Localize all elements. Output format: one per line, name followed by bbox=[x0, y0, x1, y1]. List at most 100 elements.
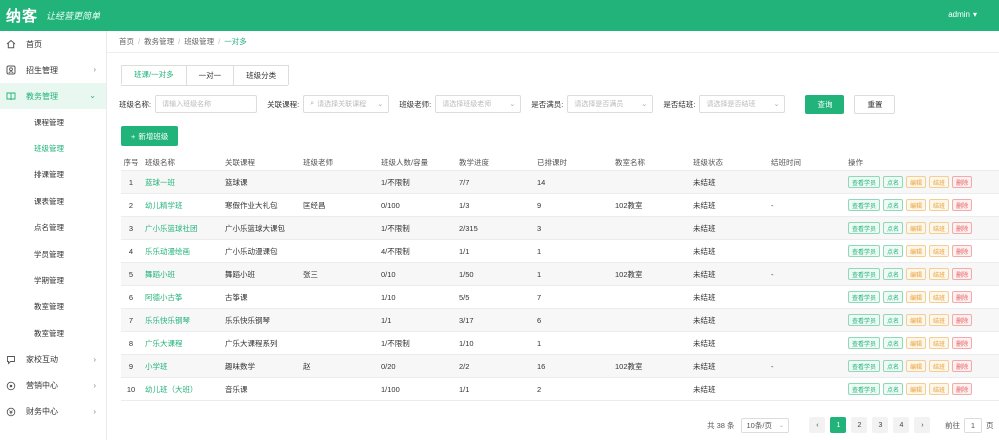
sidebar-sub-classroom[interactable]: 教室管理 bbox=[0, 294, 106, 320]
class-name-input[interactable]: 请输入班级名称 bbox=[155, 95, 258, 113]
search-button[interactable]: 查询 bbox=[805, 94, 845, 114]
brand-logo[interactable]: 纳客 bbox=[6, 5, 38, 26]
rollcall-button[interactable]: 点名 bbox=[883, 291, 904, 303]
end-class-button[interactable]: 结班 bbox=[929, 337, 950, 349]
end-select[interactable]: 请选择是否结班 ⌄ bbox=[699, 95, 786, 113]
sidebar-sub-classroom-2[interactable]: 教室管理 bbox=[0, 320, 106, 346]
edit-button[interactable]: 编辑 bbox=[906, 176, 927, 188]
breadcrumb-item[interactable]: 班级管理 bbox=[184, 36, 214, 47]
class-name-link[interactable]: 乐乐动漫绘画 bbox=[141, 246, 221, 257]
next-page-button[interactable]: › bbox=[914, 417, 931, 433]
class-name-link[interactable]: 舞蹈小班 bbox=[141, 269, 221, 280]
page-button-4[interactable]: 4 bbox=[893, 417, 910, 433]
class-name-link[interactable]: 阿德小古筝 bbox=[141, 292, 221, 303]
sidebar-sub-timetable[interactable]: 课表管理 bbox=[0, 188, 106, 214]
rollcall-button[interactable]: 点名 bbox=[883, 268, 904, 280]
class-name-link[interactable]: 广乐大课程 bbox=[141, 338, 221, 349]
sidebar-sub-rollcall[interactable]: 点名管理 bbox=[0, 215, 106, 241]
end-class-button[interactable]: 结班 bbox=[929, 199, 950, 211]
tab-group-class[interactable]: 班课/一对多 bbox=[121, 65, 187, 85]
view-students-button[interactable]: 查看学员 bbox=[848, 245, 881, 257]
end-class-button[interactable]: 结班 bbox=[929, 314, 950, 326]
end-class-button[interactable]: 结班 bbox=[929, 291, 950, 303]
view-students-button[interactable]: 查看学员 bbox=[848, 360, 881, 372]
delete-button[interactable]: 删除 bbox=[952, 383, 973, 395]
sidebar-sub-schedule[interactable]: 排课管理 bbox=[0, 162, 106, 188]
edit-button[interactable]: 编辑 bbox=[906, 383, 927, 395]
tab-class-category[interactable]: 班级分类 bbox=[233, 65, 290, 85]
sidebar-item-home[interactable]: 首页 bbox=[0, 31, 106, 57]
reset-button[interactable]: 重置 bbox=[854, 94, 896, 114]
delete-button[interactable]: 删除 bbox=[952, 291, 973, 303]
tab-one-on-one[interactable]: 一对一 bbox=[185, 65, 235, 85]
edit-button[interactable]: 编辑 bbox=[906, 245, 927, 257]
view-students-button[interactable]: 查看学员 bbox=[848, 176, 881, 188]
sidebar-sub-class[interactable]: 班级管理 bbox=[0, 135, 106, 161]
delete-button[interactable]: 删除 bbox=[952, 176, 973, 188]
end-class-button[interactable]: 结班 bbox=[929, 360, 950, 372]
class-name-link[interactable]: 小学班 bbox=[141, 361, 221, 372]
sidebar-sub-student[interactable]: 学员管理 bbox=[0, 241, 106, 267]
breadcrumb-item[interactable]: 教务管理 bbox=[144, 36, 174, 47]
sidebar-sub-course[interactable]: 课程管理 bbox=[0, 109, 106, 135]
end-class-button[interactable]: 结班 bbox=[929, 268, 950, 280]
end-class-button[interactable]: 结班 bbox=[929, 383, 950, 395]
class-name-link[interactable]: 幼儿班（大班） bbox=[141, 384, 221, 395]
sidebar-item-marketing[interactable]: 营销中心 › bbox=[0, 373, 106, 399]
delete-button[interactable]: 删除 bbox=[952, 222, 973, 234]
rollcall-button[interactable]: 点名 bbox=[883, 360, 904, 372]
full-select[interactable]: 请选择是否满员 ⌄ bbox=[567, 95, 654, 113]
add-class-button[interactable]: + 新增班级 bbox=[121, 126, 179, 146]
end-class-button[interactable]: 结班 bbox=[929, 222, 950, 234]
rollcall-button[interactable]: 点名 bbox=[883, 199, 904, 211]
view-students-button[interactable]: 查看学员 bbox=[848, 291, 881, 303]
breadcrumb-item[interactable]: 首页 bbox=[119, 36, 134, 47]
edit-button[interactable]: 编辑 bbox=[906, 199, 927, 211]
delete-button[interactable]: 删除 bbox=[952, 360, 973, 372]
end-class-button[interactable]: 结班 bbox=[929, 176, 950, 188]
table-cell: 9 bbox=[537, 200, 542, 210]
class-name-link[interactable]: 幼儿精学班 bbox=[141, 200, 221, 211]
class-name-link[interactable]: 乐乐快乐钢琴 bbox=[141, 315, 221, 326]
prev-page-button[interactable]: ‹ bbox=[809, 417, 826, 433]
delete-button[interactable]: 删除 bbox=[952, 245, 973, 257]
view-students-button[interactable]: 查看学员 bbox=[848, 314, 881, 326]
view-students-button[interactable]: 查看学员 bbox=[848, 268, 881, 280]
view-students-button[interactable]: 查看学员 bbox=[848, 222, 881, 234]
user-menu[interactable]: admin ▾ bbox=[948, 10, 977, 19]
sidebar-item-enrollment[interactable]: 招生管理 › bbox=[0, 57, 106, 83]
rollcall-button[interactable]: 点名 bbox=[883, 337, 904, 349]
edit-button[interactable]: 编辑 bbox=[906, 337, 927, 349]
course-select[interactable]: ⌕ 请选择关联课程 ⌄ bbox=[303, 95, 390, 113]
edit-button[interactable]: 编辑 bbox=[906, 360, 927, 372]
edit-button[interactable]: 编辑 bbox=[906, 314, 927, 326]
teacher-select[interactable]: 请选择班级老师 ⌄ bbox=[435, 95, 522, 113]
rollcall-button[interactable]: 点名 bbox=[883, 222, 904, 234]
rollcall-button[interactable]: 点名 bbox=[883, 245, 904, 257]
rollcall-button[interactable]: 点名 bbox=[883, 383, 904, 395]
sidebar-item-academic[interactable]: 教务管理 ⌄ bbox=[0, 83, 106, 109]
rollcall-button[interactable]: 点名 bbox=[883, 176, 904, 188]
sidebar-item-home-school[interactable]: 家校互动 › bbox=[0, 347, 106, 373]
delete-button[interactable]: 删除 bbox=[952, 314, 973, 326]
class-name-link[interactable]: 蓝球一班 bbox=[141, 177, 221, 188]
edit-button[interactable]: 编辑 bbox=[906, 268, 927, 280]
rollcall-button[interactable]: 点名 bbox=[883, 314, 904, 326]
end-class-button[interactable]: 结班 bbox=[929, 245, 950, 257]
view-students-button[interactable]: 查看学员 bbox=[848, 337, 881, 349]
class-name-link[interactable]: 广小乐篮球社团 bbox=[141, 223, 221, 234]
view-students-button[interactable]: 查看学员 bbox=[848, 383, 881, 395]
page-button-2[interactable]: 2 bbox=[851, 417, 868, 433]
delete-button[interactable]: 删除 bbox=[952, 337, 973, 349]
sidebar-item-finance[interactable]: 财务中心 › bbox=[0, 399, 106, 425]
goto-page-input[interactable]: 1 bbox=[963, 417, 982, 433]
edit-button[interactable]: 编辑 bbox=[906, 222, 927, 234]
view-students-button[interactable]: 查看学员 bbox=[848, 199, 881, 211]
page-button-3[interactable]: 3 bbox=[872, 417, 889, 433]
page-size-select[interactable]: 10条/页 ⌄ bbox=[740, 417, 789, 433]
delete-button[interactable]: 删除 bbox=[952, 199, 973, 211]
page-button-1[interactable]: 1 bbox=[830, 417, 847, 433]
delete-button[interactable]: 删除 bbox=[952, 268, 973, 280]
edit-button[interactable]: 编辑 bbox=[906, 291, 927, 303]
sidebar-sub-semester[interactable]: 学期管理 bbox=[0, 267, 106, 293]
